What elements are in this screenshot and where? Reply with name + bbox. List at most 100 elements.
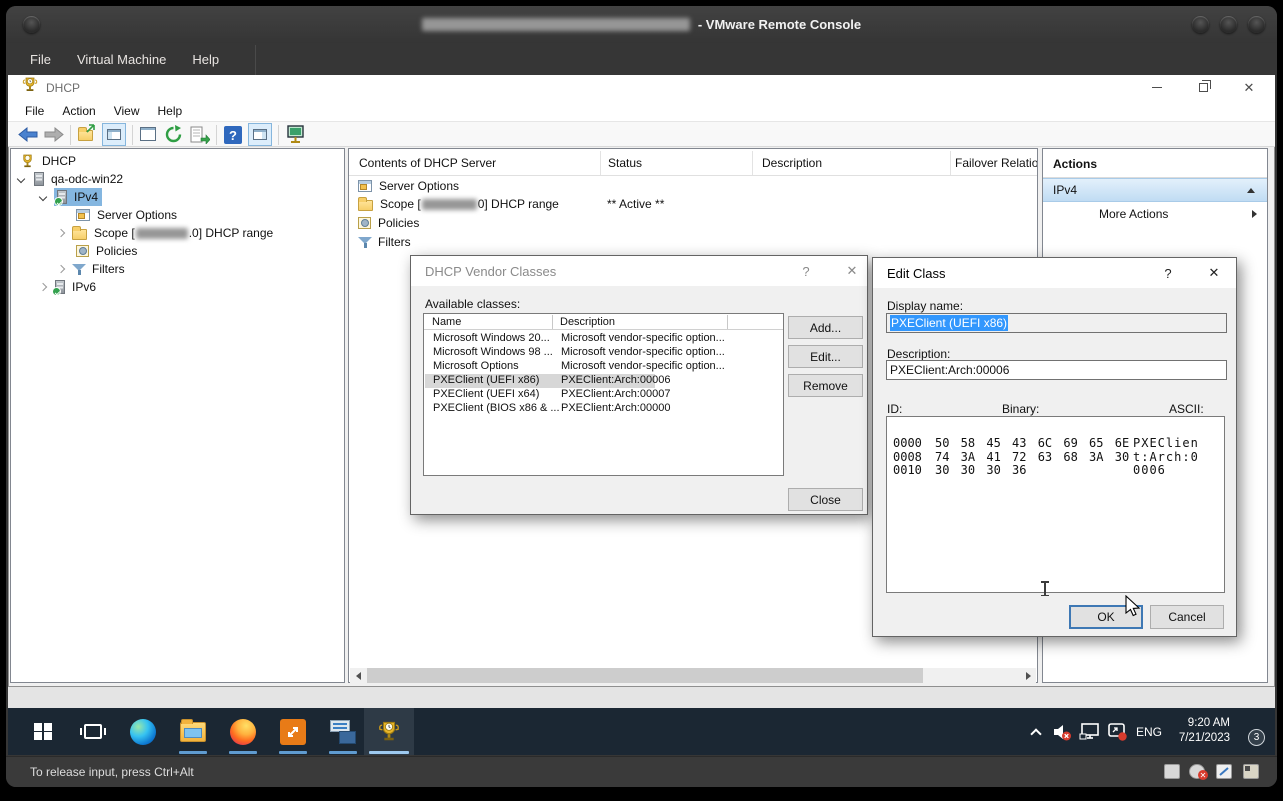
vendor-row[interactable]: PXEClient (UEFI x64)PXEClient:Arch:00007: [425, 388, 782, 402]
tree-item-ipv4[interactable]: IPv4: [40, 188, 102, 206]
expander-open-icon[interactable]: [17, 175, 25, 183]
expander-collapsed-icon[interactable]: [57, 265, 65, 273]
show-action-pane-icon[interactable]: [248, 123, 272, 146]
tree-item-dhcp-root[interactable]: DHCP: [20, 152, 76, 170]
tree-item-server-options[interactable]: Server Options: [76, 206, 177, 224]
horizontal-scrollbar[interactable]: [350, 668, 1036, 683]
dhcp-titlebar[interactable]: DHCP: [8, 75, 1275, 100]
tray-expand-button[interactable]: [1026, 722, 1046, 742]
vmware-titlebar[interactable]: - VMware Remote Console: [6, 6, 1277, 43]
scroll-left-icon[interactable]: [350, 668, 366, 683]
refresh-icon[interactable]: [164, 125, 183, 149]
tree-item-server[interactable]: qa-odc-win22: [18, 170, 123, 188]
defender-alert-button[interactable]: [1106, 721, 1130, 743]
network-icon: [1079, 722, 1101, 742]
vendor-row[interactable]: Microsoft Windows 20...Microsoft vendor-…: [425, 332, 782, 346]
vendor-row[interactable]: PXEClient (BIOS x86 & ...PXEClient:Arch:…: [425, 402, 782, 416]
file-explorer-button[interactable]: [170, 708, 216, 755]
dhcp-restore-icon[interactable]: [1180, 75, 1226, 100]
language-indicator[interactable]: ENG: [1134, 723, 1164, 741]
vm-network-adapter-icon[interactable]: [1243, 764, 1259, 779]
display-name-field[interactable]: PXEClient (UEFI x86): [886, 313, 1227, 333]
vm-harddisk-icon[interactable]: [1164, 764, 1180, 779]
vendor-row-selected[interactable]: PXEClient (UEFI x86)PXEClient:Arch:00006: [425, 374, 782, 388]
volume-muted-button[interactable]: [1051, 721, 1073, 743]
vmware-menu-ball-icon[interactable]: [23, 16, 40, 33]
show-console-tree-icon[interactable]: [102, 123, 126, 146]
properties-icon[interactable]: [140, 127, 156, 146]
column-header-status[interactable]: Status: [608, 156, 642, 170]
vendor-col-name[interactable]: Name: [432, 316, 461, 328]
selected-text: PXEClient (UEFI x86): [890, 315, 1008, 331]
list-row-server-options[interactable]: Server Options: [358, 179, 459, 193]
forward-icon[interactable]: [44, 126, 64, 148]
dhcp-taskbar-button[interactable]: [364, 708, 414, 755]
close-button[interactable]: Close: [788, 488, 863, 511]
network-button[interactable]: [1078, 721, 1102, 743]
remove-button[interactable]: Remove: [788, 374, 863, 397]
dhcp-menu-help[interactable]: Help: [149, 104, 192, 118]
dhcp-menu-file[interactable]: File: [16, 104, 53, 118]
edit-help-icon[interactable]: ?: [1151, 258, 1185, 288]
vmware-menu-file[interactable]: File: [30, 52, 51, 67]
actions-group-ipv4[interactable]: IPv4: [1043, 178, 1267, 202]
remote-console-icon[interactable]: [286, 125, 306, 150]
edit-close-icon[interactable]: ✕: [1197, 258, 1231, 288]
vendor-close-icon[interactable]: ✕: [835, 256, 869, 286]
column-header-description[interactable]: Description: [762, 156, 822, 170]
vmware-maximize-icon[interactable]: [1220, 16, 1237, 33]
scrollbar-thumb[interactable]: [367, 668, 923, 683]
vendor-row[interactable]: Microsoft OptionsMicrosoft vendor-specif…: [425, 360, 782, 374]
vendor-classes-list[interactable]: Name Description Microsoft Windows 20...…: [423, 313, 784, 476]
vm-usb-icon[interactable]: [1216, 764, 1232, 779]
clock[interactable]: 9:20 AM 7/21/2023: [1166, 716, 1230, 748]
list-row-scope[interactable]: Scope [ 0] DHCP range: [358, 197, 559, 211]
tree-item-ipv6[interactable]: IPv6: [40, 278, 96, 296]
column-header-contents[interactable]: Contents of DHCP Server: [359, 156, 496, 170]
vmware-menu-virtual-machine[interactable]: Virtual Machine: [77, 52, 166, 67]
windows-taskbar: ENG 9:20 AM 7/21/2023 3: [8, 708, 1275, 755]
back-icon[interactable]: [18, 126, 38, 148]
column-header-failover[interactable]: Failover Relatio: [955, 156, 1037, 170]
dhcp-menu-view[interactable]: View: [105, 104, 149, 118]
firefox-button[interactable]: [220, 708, 266, 755]
expander-open-icon[interactable]: [39, 193, 47, 201]
dhcp-menu-action[interactable]: Action: [53, 104, 104, 118]
list-row-policies[interactable]: Policies: [358, 216, 419, 230]
vendor-col-description[interactable]: Description: [560, 316, 615, 328]
task-view-button[interactable]: [70, 708, 116, 755]
add-button[interactable]: Add...: [788, 316, 863, 339]
vmware-close-icon[interactable]: [1248, 16, 1265, 33]
list-row-filters[interactable]: Filters: [358, 235, 411, 249]
dhcp-window-title: DHCP: [46, 81, 80, 95]
tree-item-policies[interactable]: Policies: [76, 242, 137, 260]
edit-class-dialog: Edit Class ? ✕ Display name: PXEClient (…: [872, 257, 1237, 637]
collapse-icon[interactable]: [1247, 188, 1255, 193]
up-one-level-icon[interactable]: [78, 127, 93, 146]
export-list-icon[interactable]: [190, 126, 210, 149]
dhcp-minimize-icon[interactable]: [1134, 75, 1180, 100]
start-button[interactable]: [20, 708, 66, 755]
cancel-button[interactable]: Cancel: [1150, 605, 1224, 629]
remote-app-icon: [280, 719, 306, 745]
expander-collapsed-icon[interactable]: [57, 229, 65, 237]
dhcp-close-icon[interactable]: ✕: [1226, 75, 1272, 100]
more-actions-item[interactable]: More Actions: [1043, 202, 1267, 226]
server-manager-button[interactable]: [320, 708, 366, 755]
vmware-menu-help[interactable]: Help: [192, 52, 219, 67]
help-icon[interactable]: ?: [224, 126, 242, 144]
expander-collapsed-icon[interactable]: [39, 283, 47, 291]
edge-button[interactable]: [120, 708, 166, 755]
vm-cdrom-icon[interactable]: ✕: [1189, 764, 1205, 779]
hex-row: 001030 30 30 360006: [887, 449, 1224, 463]
tree-item-filters[interactable]: Filters: [58, 260, 125, 278]
edit-button[interactable]: Edit...: [788, 345, 863, 368]
description-field[interactable]: PXEClient:Arch:00006: [886, 360, 1227, 380]
binary-hex-editor[interactable]: 000050 58 45 43 6C 69 65 6EPXEClien 0008…: [886, 416, 1225, 593]
remote-app-button[interactable]: [270, 708, 316, 755]
vendor-row[interactable]: Microsoft Windows 98 ...Microsoft vendor…: [425, 346, 782, 360]
tree-item-scope[interactable]: Scope [ .0] DHCP range: [58, 224, 273, 242]
vmware-minimize-icon[interactable]: [1192, 16, 1209, 33]
scroll-right-icon[interactable]: [1020, 668, 1036, 683]
vendor-help-icon[interactable]: ?: [789, 256, 823, 286]
